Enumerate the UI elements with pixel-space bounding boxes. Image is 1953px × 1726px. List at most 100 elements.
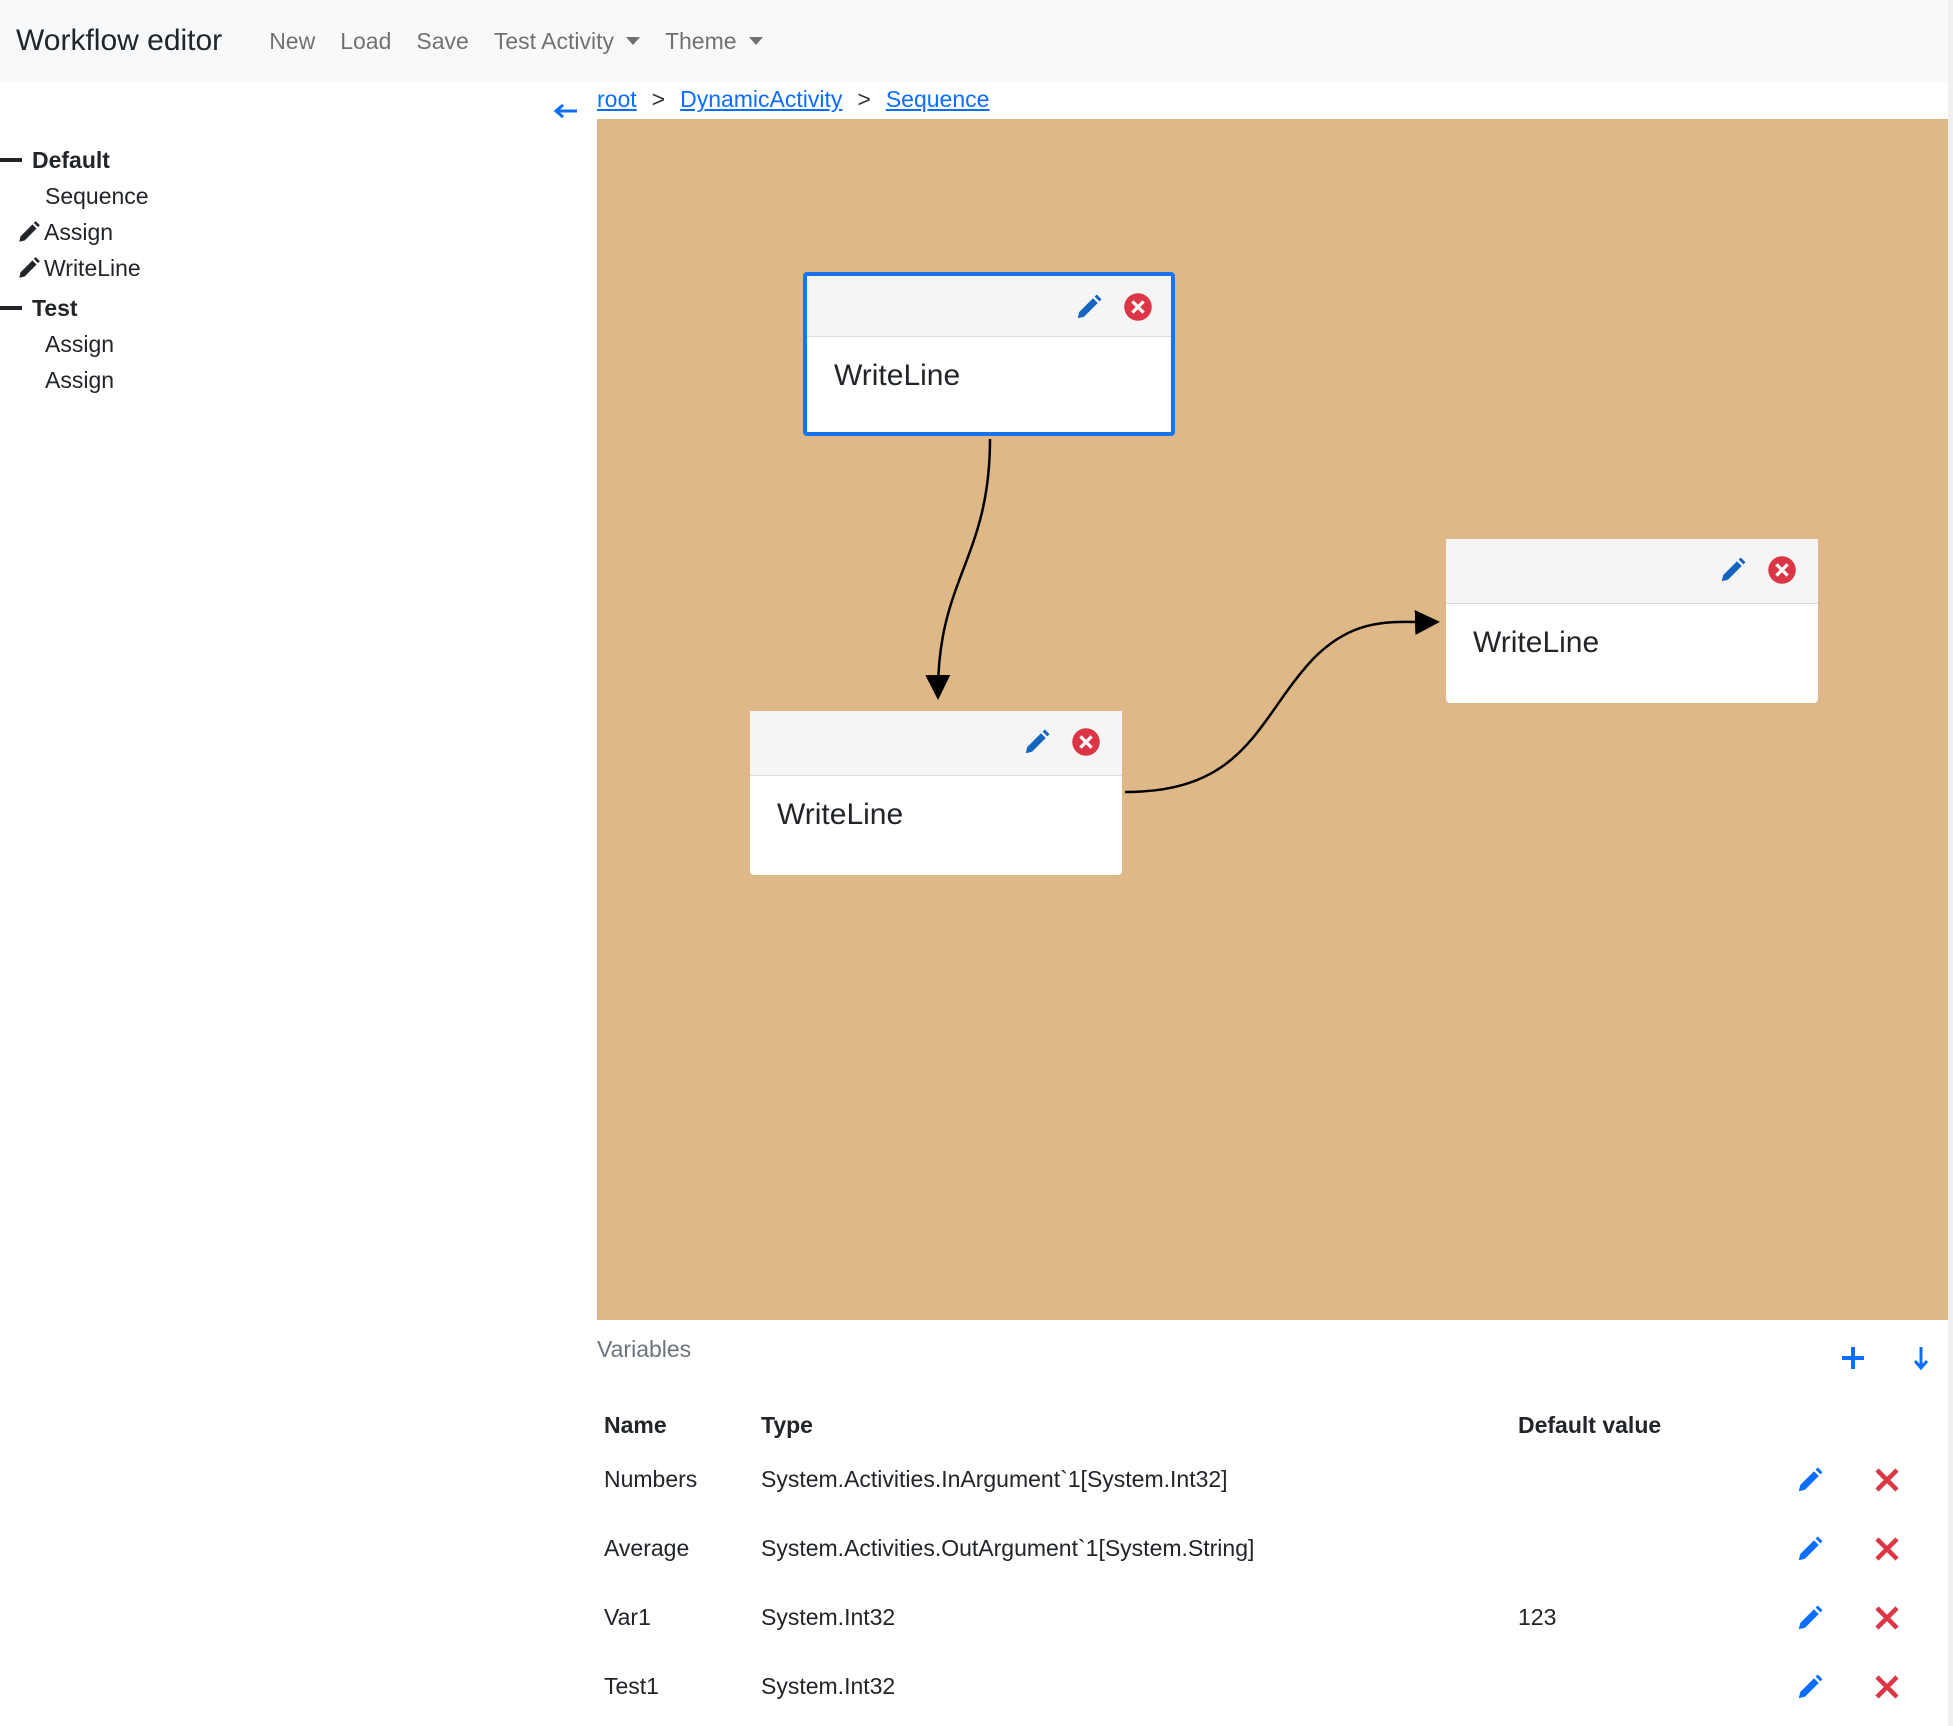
menu-new-label: New <box>269 27 316 54</box>
variables-table: Name Type Default value Numbers System.A… <box>597 1405 1942 1721</box>
edit-cell <box>1788 1445 1865 1514</box>
pencil-icon[interactable] <box>1795 1465 1825 1495</box>
edge-node1-to-node2[interactable] <box>925 438 992 700</box>
variable-type: System.Int32 <box>761 1604 896 1630</box>
delete-cell <box>1865 1652 1942 1721</box>
tree-item-label: Sequence <box>45 182 149 209</box>
tree-group-label: Test <box>32 294 78 321</box>
edge-node2-to-node3[interactable] <box>1124 610 1440 794</box>
node-header[interactable] <box>750 711 1122 776</box>
table-row: Test1 System.Int32 <box>597 1652 1942 1721</box>
edit-cell <box>1788 1583 1865 1652</box>
menu-save[interactable]: Save <box>416 28 468 55</box>
tree-group-default[interactable]: Default <box>0 142 149 178</box>
breadcrumb-root[interactable]: root <box>597 86 637 113</box>
menu-test-activity-label: Test Activity <box>493 27 614 54</box>
table-row: Numbers System.Activities.InArgument`1[S… <box>597 1445 1942 1514</box>
breadcrumb-dynamicactivity[interactable]: DynamicActivity <box>680 86 842 113</box>
tree-item-label: Assign <box>45 330 115 357</box>
delete-cell <box>1865 1583 1942 1652</box>
edit-cell <box>1788 1514 1865 1583</box>
menu-load[interactable]: Load <box>340 28 391 55</box>
tree-item-assign[interactable]: Assign <box>0 326 149 362</box>
x-icon[interactable] <box>1872 1672 1902 1702</box>
activity-node[interactable]: WriteLine <box>750 711 1122 875</box>
app-title[interactable]: Workflow editor <box>16 24 222 58</box>
column-header-name: Name <box>604 1411 667 1438</box>
tree-item-label: WriteLine <box>44 254 141 281</box>
pencil-icon[interactable] <box>1718 555 1748 585</box>
column-header-edit <box>1788 1405 1865 1445</box>
variable-default: 123 <box>1518 1604 1557 1630</box>
menu-new[interactable]: New <box>269 28 315 55</box>
variable-default <box>1511 1514 1788 1583</box>
pencil-icon[interactable] <box>1795 1672 1825 1702</box>
edit-cell <box>1788 1652 1865 1721</box>
arrow-down-icon[interactable] <box>1906 1343 1936 1373</box>
collapse-icon[interactable] <box>0 306 22 310</box>
variable-name: Test1 <box>604 1673 659 1699</box>
variables-heading: Variables <box>597 1336 692 1362</box>
node-title: WriteLine <box>1473 626 1600 659</box>
chevron-down-icon <box>748 37 763 45</box>
variable-name: Average <box>604 1535 690 1561</box>
tree-group-label: Default <box>32 146 110 173</box>
circle-x-icon[interactable] <box>1767 555 1797 585</box>
x-icon[interactable] <box>1872 1465 1902 1495</box>
activity-node[interactable]: WriteLine <box>803 272 1175 436</box>
pencil-icon[interactable] <box>1795 1534 1825 1564</box>
pencil-icon[interactable] <box>16 255 42 281</box>
variable-name: Var1 <box>604 1604 651 1630</box>
variable-name: Numbers <box>604 1466 698 1492</box>
variable-default <box>1511 1445 1788 1514</box>
window-edge <box>1948 0 1953 1726</box>
variable-default <box>1511 1652 1788 1721</box>
table-row: Var1 System.Int32 123 <box>597 1583 1942 1652</box>
breadcrumb-sequence[interactable]: Sequence <box>886 86 990 113</box>
x-icon[interactable] <box>1872 1534 1902 1564</box>
circle-x-icon[interactable] <box>1071 727 1101 757</box>
pencil-icon[interactable] <box>16 219 42 245</box>
menu-load-label: Load <box>340 27 392 54</box>
tree-item-assign[interactable]: Assign <box>0 362 149 398</box>
navbar: Workflow editor New Load Save Test Activ… <box>0 0 1953 82</box>
circle-x-icon[interactable] <box>1123 292 1153 322</box>
workflow-canvas[interactable]: WriteLine WriteLine WriteLine <box>597 119 1953 1320</box>
column-header-type: Type <box>761 1411 813 1438</box>
column-header-default: Default value <box>1518 1411 1662 1438</box>
menu-theme[interactable]: Theme <box>665 28 763 55</box>
pencil-icon[interactable] <box>1074 292 1104 322</box>
x-icon[interactable] <box>1872 1603 1902 1633</box>
collapse-icon[interactable] <box>0 158 22 162</box>
tree-item-label: Assign <box>44 218 114 245</box>
tree-item-assign[interactable]: Assign <box>0 214 149 250</box>
tree-item-writeline[interactable]: WriteLine <box>0 250 149 286</box>
chevron-down-icon <box>625 37 640 45</box>
pencil-icon[interactable] <box>1022 727 1052 757</box>
variable-type: System.Activities.InArgument`1[System.In… <box>761 1466 1228 1492</box>
breadcrumb: root > DynamicActivity > Sequence <box>597 86 989 113</box>
arrow-left-icon[interactable] <box>551 96 581 126</box>
plus-icon[interactable] <box>1838 1343 1868 1373</box>
column-header-delete <box>1865 1405 1942 1445</box>
tree-item-sequence[interactable]: Sequence <box>0 178 149 214</box>
activity-tree: Default Sequence Assign WriteLine Test A… <box>0 142 149 398</box>
breadcrumb-separator: > <box>651 86 666 112</box>
node-title: WriteLine <box>777 798 904 831</box>
breadcrumb-separator: > <box>857 86 871 112</box>
variable-type: System.Activities.OutArgument`1[System.S… <box>761 1535 1255 1561</box>
delete-cell <box>1865 1514 1942 1583</box>
tree-group-test[interactable]: Test <box>0 290 149 326</box>
menu-theme-label: Theme <box>664 27 737 54</box>
pencil-icon[interactable] <box>1795 1603 1825 1633</box>
menu-save-label: Save <box>416 27 469 54</box>
node-header[interactable] <box>807 276 1171 337</box>
menu-test-activity[interactable]: Test Activity <box>494 28 640 55</box>
table-row: Average System.Activities.OutArgument`1[… <box>597 1514 1942 1583</box>
activity-node[interactable]: WriteLine <box>1446 539 1818 703</box>
node-header[interactable] <box>1446 539 1818 604</box>
table-header-row: Name Type Default value <box>597 1405 1942 1445</box>
node-title: WriteLine <box>834 359 961 392</box>
variable-type: System.Int32 <box>761 1673 896 1699</box>
delete-cell <box>1865 1445 1942 1514</box>
